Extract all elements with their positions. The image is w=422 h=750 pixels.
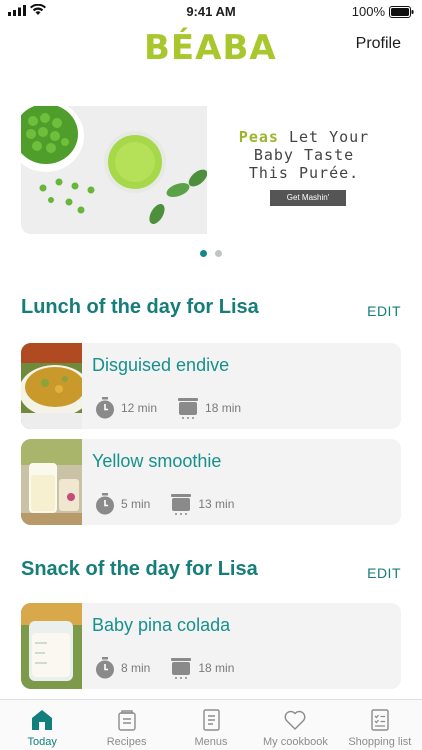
promo-banner[interactable]: Peas Let Your Baby Taste This Purée. Get… bbox=[21, 106, 401, 234]
checklist-icon bbox=[371, 709, 389, 731]
recipe-title: Disguised endive bbox=[92, 355, 230, 375]
cook-time: 18 min bbox=[205, 401, 242, 415]
cook-time: 13 min bbox=[198, 497, 235, 511]
timer-icon bbox=[96, 657, 114, 679]
cook-time: 18 min bbox=[198, 661, 235, 675]
tab-shopping-list[interactable]: Shopping list bbox=[338, 700, 422, 750]
battery-status: 100% bbox=[352, 4, 414, 19]
beaba-logo: BÉABA bbox=[144, 28, 277, 68]
prep-time: 12 min bbox=[121, 401, 158, 415]
heart-icon bbox=[284, 710, 306, 730]
carousel-pager[interactable] bbox=[0, 250, 422, 257]
battery-percent: 100% bbox=[351, 4, 385, 19]
cooker-icon bbox=[171, 494, 192, 515]
pager-dot[interactable] bbox=[215, 250, 222, 257]
pager-dot-active[interactable] bbox=[200, 250, 207, 257]
prep-time: 5 min bbox=[121, 497, 151, 511]
tab-label: My cookbook bbox=[263, 736, 328, 748]
profile-button[interactable]: Profile bbox=[356, 35, 401, 53]
banner-line3: This Purée. bbox=[248, 164, 360, 182]
recipe-thumbnail bbox=[21, 603, 82, 689]
cooker-icon bbox=[171, 658, 192, 679]
recipe-times: 5 min 13 min bbox=[95, 493, 248, 515]
recipe-thumbnail bbox=[21, 439, 82, 525]
app-header: BÉABA Profile bbox=[0, 24, 422, 72]
recipe-card[interactable]: Baby pina colada 8 min 18 min bbox=[21, 603, 401, 689]
bottom-tab-bar: Today Recipes Menus My cookbook Shopping… bbox=[0, 699, 422, 750]
banner-line2: Baby Taste bbox=[253, 146, 355, 164]
banner-copy: Peas Let Your Baby Taste This Purée. Get… bbox=[207, 106, 401, 234]
tab-label: Shopping list bbox=[348, 736, 412, 748]
recipe-times: 12 min 18 min bbox=[95, 397, 255, 419]
timer-icon bbox=[96, 493, 114, 515]
tab-label: Menus bbox=[194, 736, 228, 748]
tab-today[interactable]: Today bbox=[0, 700, 84, 750]
battery-icon bbox=[389, 5, 414, 18]
tab-label: Recipes bbox=[106, 736, 147, 748]
lunch-section-title: Lunch of the day for Lisa bbox=[21, 296, 259, 318]
banner-photo bbox=[21, 106, 208, 234]
status-bar: 9:41 AM 100% bbox=[0, 0, 422, 22]
menu-book-icon bbox=[203, 709, 220, 731]
home-icon bbox=[32, 710, 53, 730]
tab-my-cookbook[interactable]: My cookbook bbox=[253, 700, 337, 750]
tab-label: Today bbox=[27, 736, 57, 748]
recipe-card[interactable]: Yellow smoothie 5 min 13 min bbox=[21, 439, 401, 525]
get-mashin-button[interactable]: Get Mashin' bbox=[270, 190, 346, 206]
tab-menus[interactable]: Menus bbox=[169, 700, 253, 750]
banner-accent-word: Peas bbox=[238, 128, 279, 146]
recipe-title: Yellow smoothie bbox=[92, 451, 222, 471]
snack-edit-button[interactable]: EDIT bbox=[367, 565, 401, 581]
recipe-title: Baby pina colada bbox=[92, 615, 231, 635]
prep-time: 8 min bbox=[121, 661, 151, 675]
tab-recipes[interactable]: Recipes bbox=[84, 700, 168, 750]
recipe-jar-icon bbox=[117, 710, 136, 731]
snack-section-title: Snack of the day for Lisa bbox=[21, 558, 258, 580]
peas-puree-illustration bbox=[21, 106, 208, 234]
banner-line1: Let Your bbox=[278, 128, 370, 146]
cooker-icon bbox=[178, 398, 199, 419]
recipe-thumbnail bbox=[21, 343, 82, 429]
recipe-times: 8 min 18 min bbox=[95, 657, 248, 679]
recipe-card[interactable]: Disguised endive 12 min 18 min bbox=[21, 343, 401, 429]
timer-icon bbox=[96, 397, 114, 419]
banner-headline: Peas Let Your Baby Taste This Purée. bbox=[207, 128, 401, 182]
lunch-edit-button[interactable]: EDIT bbox=[367, 303, 401, 319]
